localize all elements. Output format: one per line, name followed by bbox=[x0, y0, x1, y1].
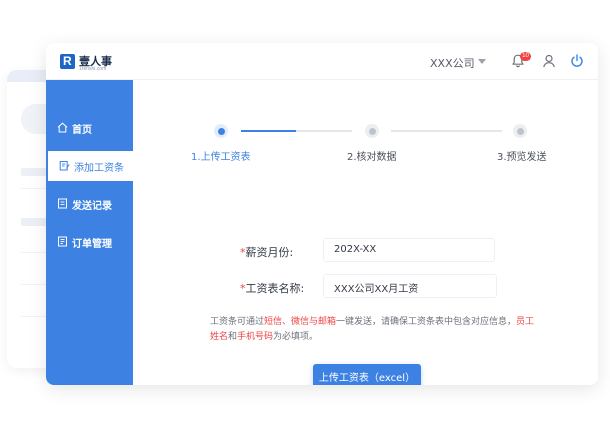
logo-icon bbox=[60, 54, 75, 69]
sidebar-item-label: 订单管理 bbox=[72, 239, 112, 250]
list-doc-icon bbox=[57, 236, 68, 247]
power-icon[interactable] bbox=[569, 53, 585, 69]
upload-excel-button[interactable]: 上传工资表（excel） bbox=[313, 364, 421, 385]
month-input[interactable]: 202X-XX bbox=[323, 238, 495, 262]
step-2-dot bbox=[365, 124, 379, 138]
month-label-text: 薪资月份: bbox=[245, 246, 294, 259]
step-1-label: 1.上传工资表 bbox=[191, 152, 251, 163]
step-track-progress bbox=[241, 130, 296, 132]
note-highlight: 手机号码 bbox=[237, 332, 274, 342]
sidebar-item-add-payslip[interactable]: 添加工资条 bbox=[48, 151, 133, 181]
logo-subtext: 1renshi.com bbox=[79, 66, 107, 72]
step-3-label: 3.预览发送 bbox=[497, 152, 547, 163]
upload-note: 工资条可通过短信、微信与邮箱一键发送，请确保工资条表中包含对应信息，员工姓名和手… bbox=[210, 315, 540, 345]
logo[interactable]: 壹人事 1renshi.com bbox=[60, 52, 120, 72]
sidebar-item-label: 添加工资条 bbox=[74, 163, 124, 174]
form-row-sheet-name: *工资表名称: XXX公司XX月工资 bbox=[133, 274, 598, 300]
user-icon[interactable] bbox=[541, 53, 557, 69]
step-3-dot bbox=[513, 124, 527, 138]
top-header: 壹人事 1renshi.com XXX公司 10 bbox=[46, 43, 598, 80]
company-selector[interactable]: XXX公司 bbox=[430, 55, 475, 71]
chevron-down-icon[interactable] bbox=[478, 59, 486, 64]
doc-icon bbox=[57, 198, 68, 209]
note-text: 为必填项。 bbox=[273, 332, 319, 342]
note-highlight: 短信、微信与邮箱 bbox=[264, 317, 337, 327]
sheet-name-input[interactable]: XXX公司XX月工资 bbox=[323, 274, 497, 298]
note-text: 工资条可通过 bbox=[210, 317, 265, 327]
main-content: 1.上传工资表 2.核对数据 3.预览发送 *薪资月份: 202X-XX *工资… bbox=[133, 80, 598, 385]
sidebar-item-send-records[interactable]: 发送记录 bbox=[46, 189, 133, 219]
edit-doc-icon bbox=[59, 160, 70, 171]
step-1-dot bbox=[214, 124, 228, 138]
app-window: 壹人事 1renshi.com XXX公司 10 bbox=[46, 43, 598, 385]
progress-steps: 1.上传工资表 2.核对数据 3.预览发送 bbox=[133, 80, 598, 170]
sheet-name-label: *工资表名称: bbox=[240, 280, 304, 296]
note-text: 和 bbox=[228, 332, 238, 342]
sidebar: 首页 添加工资条 发送记录 订单管理 bbox=[46, 80, 133, 385]
sidebar-item-order-management[interactable]: 订单管理 bbox=[46, 227, 133, 257]
sidebar-item-label: 首页 bbox=[72, 125, 92, 136]
sidebar-item-home[interactable]: 首页 bbox=[46, 113, 133, 143]
sidebar-item-label: 发送记录 bbox=[72, 201, 112, 212]
notification-badge: 10 bbox=[520, 52, 531, 61]
sheet-name-label-text: 工资表名称: bbox=[245, 282, 305, 295]
month-label: *薪资月份: bbox=[240, 244, 293, 260]
step-2-label: 2.核对数据 bbox=[347, 152, 397, 163]
note-text: 一键发送，请确保工资条表中包含对应信息， bbox=[336, 317, 517, 327]
step-track bbox=[391, 130, 502, 132]
home-icon bbox=[57, 122, 68, 133]
form-row-month: *薪资月份: 202X-XX bbox=[133, 238, 598, 264]
